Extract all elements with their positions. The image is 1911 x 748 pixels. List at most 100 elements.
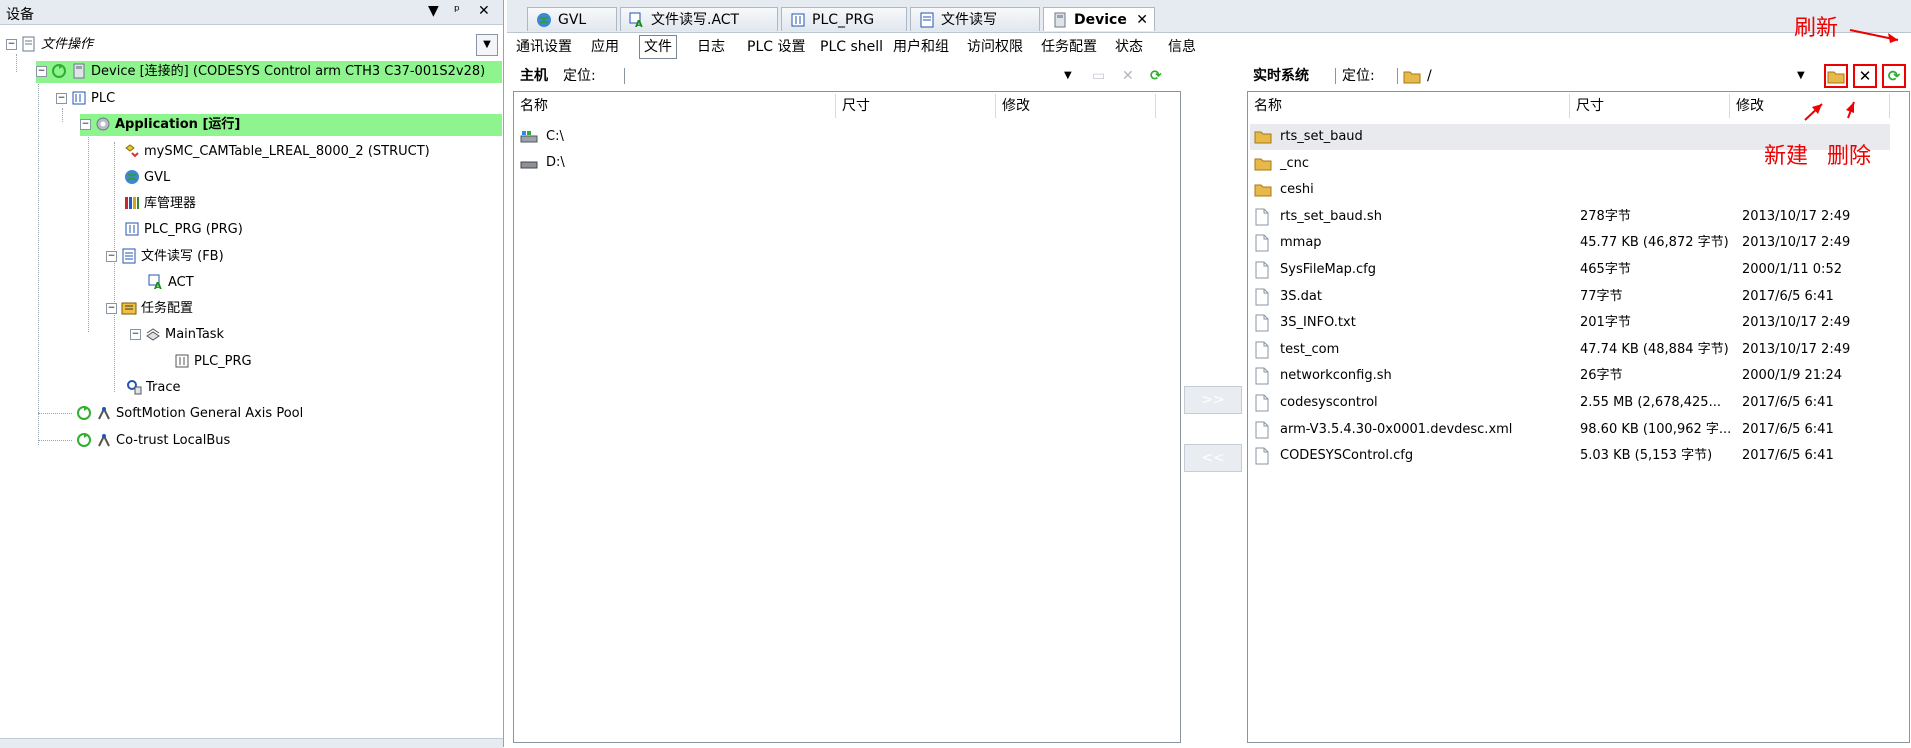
tree-item-gvl[interactable]: GVL — [124, 167, 170, 189]
file-modified: 2013/10/17 2:49 — [1742, 315, 1851, 331]
list-item[interactable]: test_com 47.74 KB (48,884 字节) 2013/10/17 2… — [1250, 337, 1890, 363]
tab-device[interactable]: Device ✕ — [1043, 7, 1155, 31]
list-item[interactable]: 3S.dat 77字节 2017/6/5 6:41 — [1250, 284, 1890, 310]
tree-item-library-manager[interactable]: 库管理器 — [124, 193, 196, 215]
subtab-status[interactable]: 状态 — [1111, 36, 1147, 58]
running-status-icon — [76, 432, 92, 448]
list-item[interactable]: networkconfig.sh 26字节 2000/1/9 21:24 — [1250, 363, 1890, 389]
tree-item-label: PLC — [91, 91, 116, 106]
trace-icon — [126, 379, 142, 395]
subtab-users-groups[interactable]: 用户和组 — [889, 36, 953, 58]
list-item[interactable]: CODESYSControl.cfg 5.03 KB (5,153 字节) 2017… — [1250, 443, 1890, 469]
bus-icon — [96, 432, 112, 448]
collapse-toggle-icon[interactable]: − — [36, 66, 47, 77]
column-name[interactable]: 名称 — [1248, 94, 1570, 118]
list-item[interactable]: mmap 45.77 KB (46,872 字节) 2013/10/17 2:49 — [1250, 230, 1890, 256]
subtab-info[interactable]: 信息 — [1164, 36, 1200, 58]
file-name: mmap — [1280, 235, 1322, 251]
subtab-files[interactable]: 文件 — [639, 35, 677, 59]
panel-menu-dropdown-icon[interactable]: ▼ — [428, 3, 439, 19]
file-modified: 2000/1/11 0:52 — [1742, 262, 1842, 277]
collapse-toggle-icon[interactable]: − — [106, 251, 117, 262]
column-modified[interactable]: 修改 — [996, 94, 1156, 118]
chevron-down-icon[interactable]: ▼ — [1064, 64, 1072, 88]
subtab-plc-settings[interactable]: PLC 设置 — [743, 36, 809, 58]
tree-item-label: mySMC_CAMTable_LREAL_8000_2 (STRUCT) — [144, 144, 430, 159]
tree-item-act[interactable]: A ACT — [148, 272, 194, 294]
svg-text:A: A — [154, 281, 162, 290]
plc-icon — [71, 90, 87, 106]
file-size: 77字节 — [1580, 288, 1623, 304]
devices-panel-title: 设备 — [6, 7, 34, 23]
subtab-access-rights[interactable]: 访问权限 — [963, 36, 1027, 58]
list-item[interactable]: C:\ — [518, 124, 818, 150]
program-icon — [124, 221, 140, 237]
chevron-down-icon[interactable]: ▼ — [476, 34, 498, 56]
tab-file-rw-act[interactable]: A 文件读写.ACT — [620, 7, 778, 31]
file-size: 47.74 KB (48,884 字节) — [1580, 341, 1729, 357]
collapse-toggle-icon[interactable]: − — [106, 303, 117, 314]
subtab-task-config[interactable]: 任务配置 — [1037, 36, 1101, 58]
refresh-icon[interactable]: ⟳ — [1150, 64, 1162, 88]
list-item[interactable]: codesyscontrol 2.55 MB (2,678,425... 2017/… — [1250, 390, 1890, 416]
column-size[interactable]: 尺寸 — [1570, 94, 1730, 118]
tree-item-main-task[interactable]: − MainTask — [130, 324, 224, 346]
tree-item-file-operations[interactable]: − 文件操作 — [6, 34, 93, 56]
tree-item-file-rw-fb[interactable]: − 文件读写 (FB) — [106, 246, 224, 268]
tree-item-struct[interactable]: mySMC_CAMTable_LREAL_8000_2 (STRUCT) — [124, 141, 430, 163]
tree-item-task-config[interactable]: − 任务配置 — [106, 298, 193, 320]
tree-item-softmotion-pool[interactable]: SoftMotion General Axis Pool — [76, 403, 303, 425]
close-tab-icon[interactable]: ✕ — [1136, 8, 1148, 32]
tree-item-plc-prg-call[interactable]: PLC_PRG — [174, 351, 252, 373]
tree-item-device[interactable]: − Device [连接的] (CODESYS Control arm CTH3 … — [36, 61, 502, 83]
host-location-input[interactable] — [620, 64, 1090, 88]
subtab-log[interactable]: 日志 — [693, 36, 729, 58]
tree-item-label: SoftMotion General Axis Pool — [116, 406, 304, 421]
struct-icon — [124, 143, 140, 159]
tree-item-plc-prg[interactable]: PLC_PRG (PRG) — [124, 219, 243, 241]
collapse-toggle-icon[interactable]: − — [56, 93, 67, 104]
pin-icon[interactable]: ᵖ — [454, 3, 460, 19]
delete-icon[interactable]: ✕ — [1122, 64, 1134, 88]
file-size: 465字节 — [1580, 262, 1631, 277]
annotation-arrows — [1804, 29, 1899, 121]
collapse-toggle-icon[interactable]: − — [130, 329, 141, 340]
list-item[interactable]: SysFileMap.cfg 465字节 2000/1/11 0:52 — [1250, 257, 1890, 283]
subtab-application[interactable]: 应用 — [587, 36, 623, 58]
collapse-toggle-icon[interactable]: − — [6, 39, 17, 50]
file-modified: 2013/10/17 2:49 — [1742, 235, 1851, 251]
tab-gvl[interactable]: GVL — [527, 7, 617, 31]
list-item[interactable]: 3S_INFO.txt 201字节 2013/10/17 2:49 — [1250, 310, 1890, 336]
connected-status-icon — [51, 63, 67, 79]
tree-item-application[interactable]: − Application [运行] — [80, 114, 502, 136]
tree-item-label: 文件读写 (FB) — [141, 249, 224, 264]
drive-icon — [520, 155, 538, 181]
list-item[interactable]: rts_set_baud.sh 278字节 2013/10/17 2:49 — [1250, 204, 1890, 230]
file-name: SysFileMap.cfg — [1280, 262, 1377, 277]
column-size[interactable]: 尺寸 — [836, 94, 996, 118]
tab-file-rw[interactable]: 文件读写 — [910, 7, 1040, 31]
file-name: test_com — [1280, 341, 1340, 357]
file-name: _cnc — [1280, 155, 1310, 171]
tree-item-localbus[interactable]: Co-trust LocalBus — [76, 430, 230, 452]
subtab-plc-shell[interactable]: PLC shell — [816, 36, 887, 58]
tree-item-label: 任务配置 — [141, 301, 194, 316]
tree-item-plc[interactable]: − PLC — [56, 88, 115, 110]
device-icon — [71, 63, 87, 79]
list-item[interactable]: ceshi — [1250, 177, 1890, 203]
copy-to-runtime-button[interactable]: >> — [1184, 386, 1242, 414]
tab-plc-prg[interactable]: PLC_PRG — [781, 7, 907, 31]
list-item[interactable]: arm-V3.5.4.30-0x0001.devdesc.xml 98.60 KB… — [1250, 417, 1890, 443]
tree-item-trace[interactable]: Trace — [126, 377, 181, 399]
file-name: arm-V3.5.4.30-0x0001.devdesc.xml — [1280, 421, 1513, 437]
column-name[interactable]: 名称 — [514, 94, 836, 118]
collapse-toggle-icon[interactable]: − — [80, 119, 91, 130]
list-item[interactable]: D:\ — [518, 150, 818, 176]
library-icon — [124, 195, 140, 211]
close-panel-icon[interactable]: ✕ — [478, 3, 490, 19]
tree-item-label: PLC_PRG — [194, 354, 252, 369]
copy-to-host-button[interactable]: << — [1184, 444, 1242, 472]
new-folder-icon[interactable]: ▭ — [1092, 64, 1105, 88]
globe-icon — [124, 169, 140, 185]
subtab-comm-settings[interactable]: 通讯设置 — [512, 36, 576, 58]
